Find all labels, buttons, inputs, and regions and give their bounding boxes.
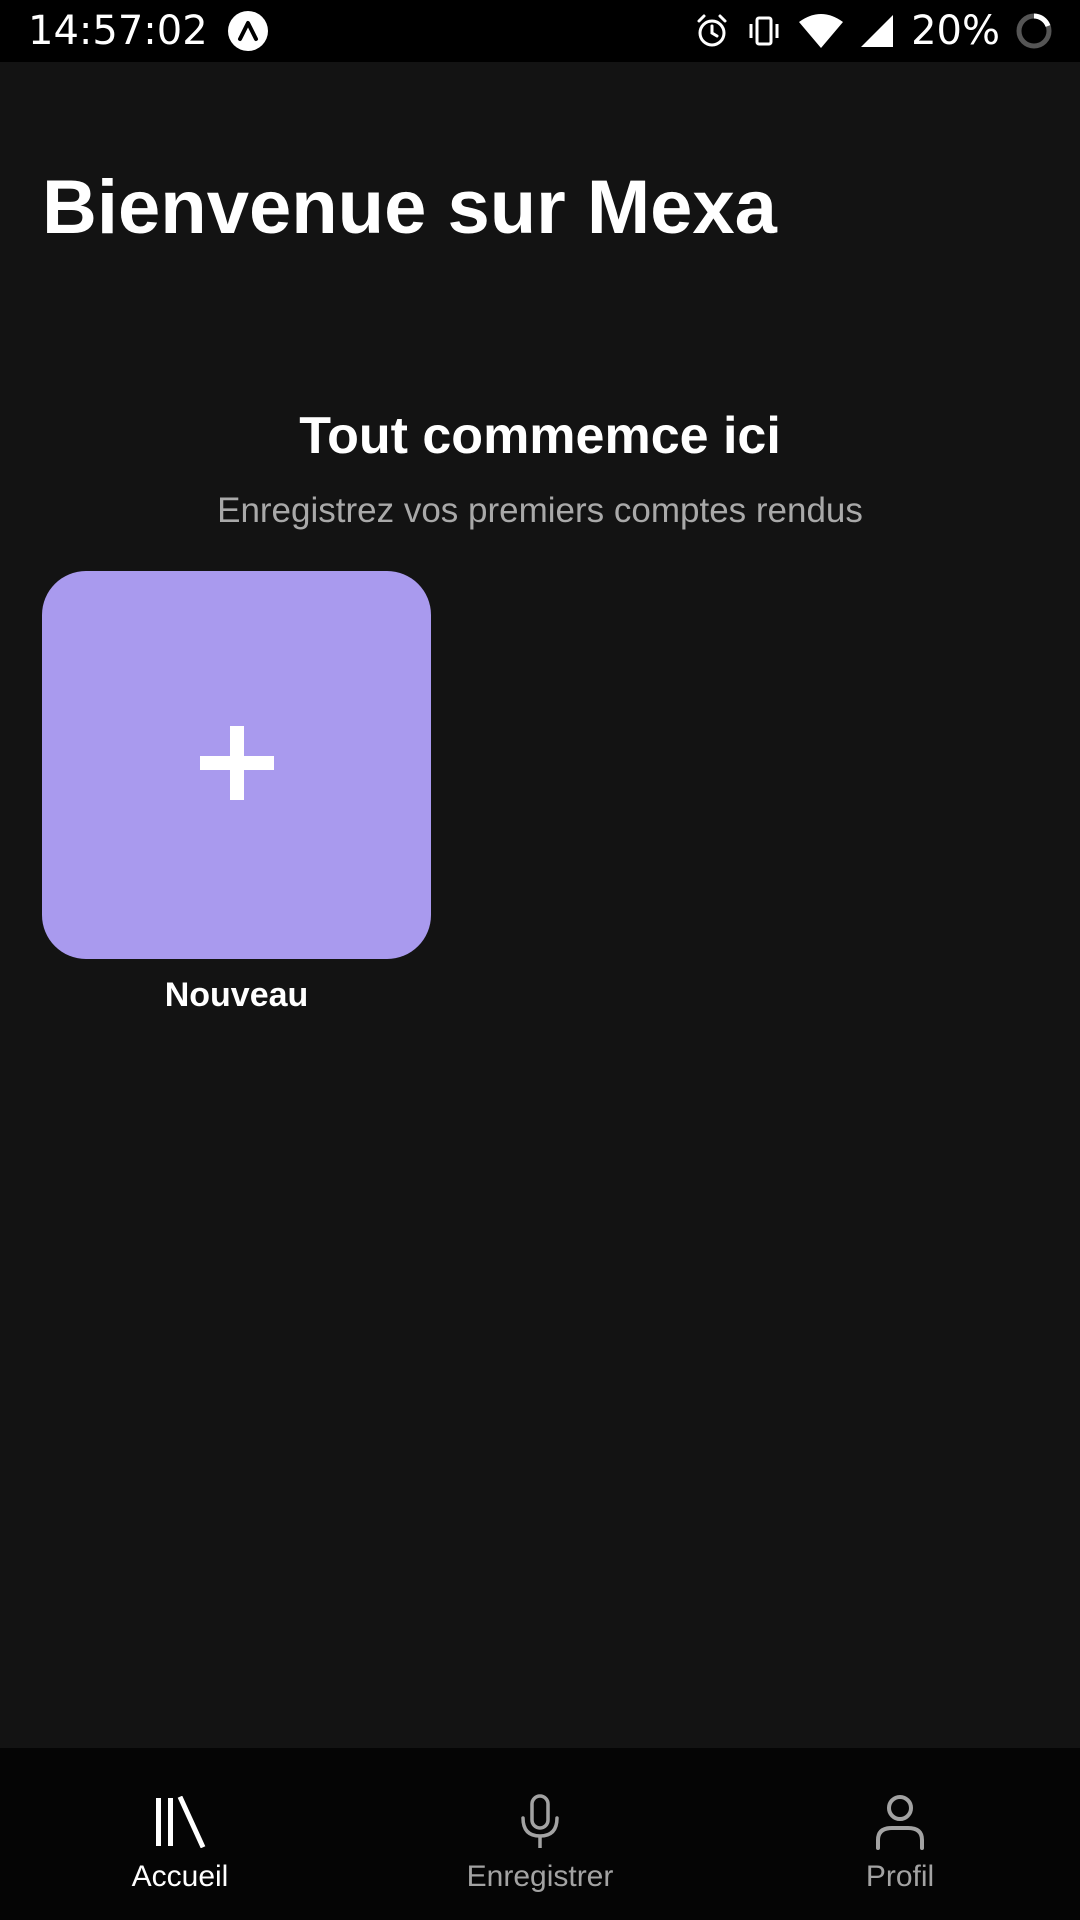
plus-icon [199,725,274,805]
cell-signal-icon [859,12,895,50]
nav-item-enregistrer[interactable]: Enregistrer [390,1748,690,1920]
microphone-icon [518,1794,562,1850]
nav-item-profil[interactable]: Profil [750,1748,1050,1920]
nav-label-enregistrer: Enregistrer [466,1860,614,1893]
alarm-icon [693,12,731,50]
nav-label-accueil: Accueil [131,1860,229,1893]
status-bar-right: 20% [679,8,1054,54]
new-report-label: Nouveau [164,976,309,1014]
status-time: 14:57:02 [28,8,208,54]
vibrate-icon [745,12,783,50]
new-report-button[interactable] [42,571,431,959]
status-bar: 14:57:02 20% [0,0,1080,62]
nav-label-profil: Profil [865,1860,935,1893]
empty-state-title: Tout commemce ici [299,407,781,465]
nav-item-accueil[interactable]: Accueil [30,1748,330,1920]
user-icon [874,1794,926,1850]
empty-state-subtitle: Enregistrez vos premiers comptes rendus [217,491,863,530]
battery-ring-icon [1014,11,1054,51]
status-bar-left: 14:57:02 [28,8,268,54]
library-icon [152,1794,208,1850]
page-title: Bienvenue sur Mexa [42,165,777,250]
battery-percentage: 20% [911,8,1000,54]
app-notification-icon [227,11,268,51]
bottom-navigation: Accueil Enregistrer Profil [0,1748,1080,1920]
app-screen: 14:57:02 20% Bienvenue sur Mexa Tout com… [0,0,1080,1920]
wifi-icon [797,12,845,50]
